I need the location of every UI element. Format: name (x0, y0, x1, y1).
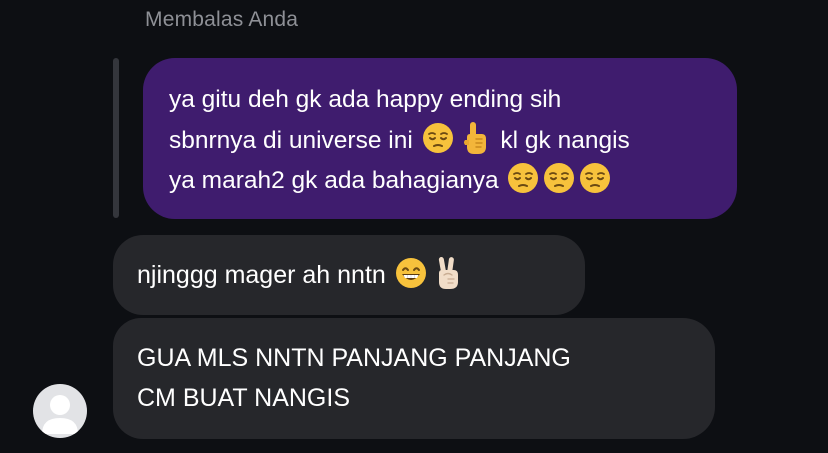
quoted-message-line: ya marah2 gk ada bahagianya (169, 161, 719, 201)
pensive-face-icon (507, 162, 539, 194)
quoted-message-text: ya marah2 gk ada bahagianya (169, 167, 499, 194)
message-text: CM BUAT NANGIS (137, 384, 350, 412)
pensive-face-icon (543, 162, 575, 194)
message-text: njinggg mager ah nntn (137, 261, 386, 289)
default-user-avatar-icon (42, 395, 78, 434)
pensive-face-icon (422, 122, 454, 154)
quoted-message-line: sbnrnya di universe ini kl gk nangis (169, 120, 719, 161)
pensive-face-icon (579, 162, 611, 194)
victory-hand-icon (433, 255, 463, 291)
quoted-message-line: ya gitu deh gk ada happy ending sih (169, 80, 719, 120)
quoted-message-text: kl gk nangis (500, 127, 630, 154)
reply-context-label: Membalas Anda (145, 8, 299, 31)
sender-avatar[interactable] (33, 384, 87, 438)
message-line: njinggg mager ah nntn (137, 255, 585, 295)
quoted-message-text: sbnrnya di universe ini (169, 127, 413, 154)
grinning-face-icon (395, 257, 427, 289)
message-text: GUA MLS NNTN PANJANG PANJANG (137, 344, 571, 372)
pointing-up-hand-icon (460, 120, 490, 156)
incoming-message-bubble[interactable]: GUA MLS NNTN PANJANG PANJANG CM BUAT NAN… (113, 318, 715, 439)
quoted-message-text: ya gitu deh gk ada happy ending sih (169, 86, 562, 113)
quoted-message-bubble[interactable]: ya gitu deh gk ada happy ending sih sbnr… (143, 58, 737, 219)
incoming-message-bubble[interactable]: njinggg mager ah nntn (113, 235, 585, 315)
reply-indicator-bar (113, 58, 119, 218)
